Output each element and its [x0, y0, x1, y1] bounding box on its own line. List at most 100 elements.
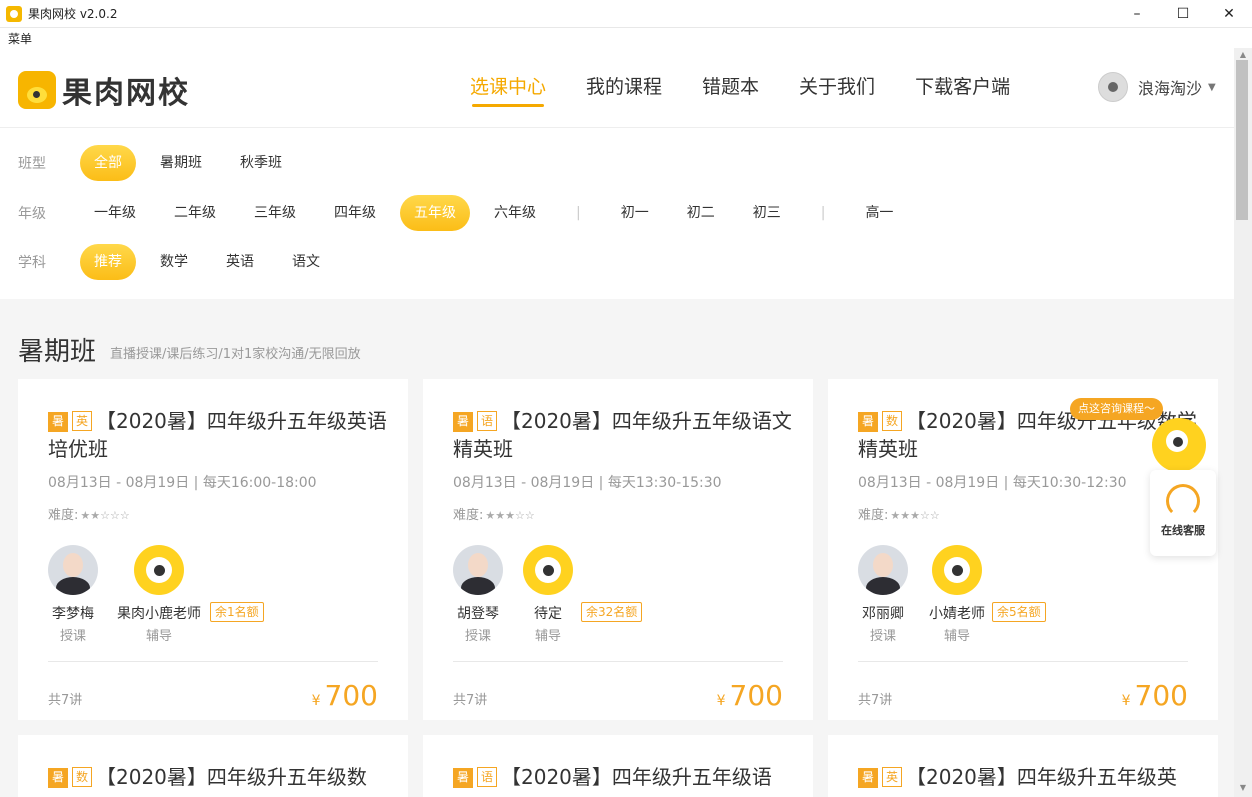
teacher[interactable]: 邓丽卿 授课 — [858, 545, 908, 644]
scroll-down-icon[interactable]: ▼ — [1236, 783, 1250, 795]
filter-chip-junior-2[interactable]: 初二 — [673, 195, 729, 231]
user-menu[interactable]: 浪海淘沙 ▼ — [1098, 72, 1216, 102]
nav-course-center[interactable]: 选课中心 — [470, 72, 546, 107]
teacher-role: 授课 — [59, 629, 86, 644]
teacher[interactable]: 胡登琴 授课 — [453, 545, 503, 644]
filter-chip-math[interactable]: 数学 — [146, 244, 202, 280]
course-list: 暑期班 直播授课/课后练习/1对1家校沟通/无限回放 暑英【2020暑】四年级升… — [0, 299, 1234, 797]
subject-tag: 英 — [72, 411, 92, 431]
section-title: 暑期班 — [18, 337, 97, 367]
filter-chip-senior-1[interactable]: 高一 — [851, 195, 907, 231]
teacher-avatar — [858, 545, 908, 595]
teacher-name: 邓丽卿 — [862, 606, 904, 622]
online-service-label: 在线客服 — [1161, 524, 1205, 537]
scrollbar-thumb[interactable] — [1236, 60, 1248, 220]
term-tag: 暑 — [858, 768, 878, 788]
difficulty-label: 难度: — [48, 508, 79, 523]
course-title-text: 【2020暑】四年级升五年级数 — [96, 765, 367, 789]
difficulty-label: 难度: — [453, 508, 484, 523]
main-nav: 选课中心 我的课程 错题本 关于我们 下载客户端 — [470, 72, 1050, 107]
logo[interactable]: 果肉网校 — [18, 68, 190, 112]
course-schedule: 08月13日 - 08月19日 | 每天16:00-18:00 — [48, 475, 317, 491]
app-icon — [6, 5, 22, 22]
maximize-button[interactable]: ☐ — [1160, 0, 1206, 28]
tutor[interactable]: 小婧老师 辅导 — [924, 545, 990, 644]
currency-symbol: ¥ — [311, 693, 321, 709]
filter-row-grade: 年级 一年级 二年级 三年级 四年级 五年级 六年级 | 初一 初二 初三 | … — [18, 195, 917, 231]
nav-mistake-book[interactable]: 错题本 — [702, 72, 759, 105]
consult-mascot-icon[interactable] — [1152, 418, 1206, 472]
tutor-avatar — [134, 545, 184, 595]
course-card[interactable]: 暑英【2020暑】四年级升五年级英语培优班 08月13日 - 08月19日 | … — [18, 379, 408, 720]
course-title-text: 【2020暑】四年级升五年级英语培优班 — [48, 409, 387, 461]
tutor-role: 辅导 — [943, 629, 970, 644]
minimize-button[interactable]: – — [1114, 0, 1160, 28]
filter-chip-grade-5[interactable]: 五年级 — [400, 195, 470, 231]
course-title: 暑语【2020暑】四年级升五年级语文精英班 — [453, 407, 793, 463]
lesson-count: 共7讲 — [48, 693, 83, 708]
filter-label: 学科 — [18, 255, 46, 271]
tutor-name: 果肉小鹿老师 — [117, 606, 201, 622]
course-title-text: 【2020暑】四年级升五年级语文精英班 — [453, 409, 792, 461]
filter-chip-english[interactable]: 英语 — [212, 244, 268, 280]
remaining-badge: 余32名额 — [581, 602, 643, 622]
filter-label: 班型 — [18, 156, 46, 172]
teacher[interactable]: 李梦梅 授课 — [48, 545, 98, 644]
currency-symbol: ¥ — [716, 693, 726, 709]
subject-tag: 语 — [477, 767, 497, 787]
filter-chip-grade-4[interactable]: 四年级 — [320, 195, 390, 231]
filter-panel: 班型 全部 暑期班 秋季班 年级 一年级 二年级 三年级 四年级 五年级 六年级… — [0, 129, 1234, 299]
course-card[interactable]: 暑数【2020暑】四年级升五年级数 — [18, 735, 408, 797]
subject-tag: 数 — [882, 411, 902, 431]
app-header: 果肉网校 选课中心 我的课程 错题本 关于我们 下载客户端 浪海淘沙 ▼ — [0, 48, 1234, 128]
teacher-role: 授课 — [464, 629, 491, 644]
course-difficulty: 难度: ★★☆☆☆ — [48, 504, 130, 523]
teacher-role: 授课 — [869, 629, 896, 644]
difficulty-label: 难度: — [858, 508, 889, 523]
filter-chip-all[interactable]: 全部 — [80, 145, 136, 181]
online-service-button[interactable]: 在线客服 — [1150, 470, 1216, 556]
course-card[interactable]: 暑语【2020暑】四年级升五年级语文精英班 08月13日 - 08月19日 | … — [423, 379, 813, 720]
tutor[interactable]: 果肉小鹿老师 辅导 — [114, 545, 204, 644]
course-difficulty: 难度: ★★★☆☆ — [453, 504, 535, 523]
tutor-avatar — [523, 545, 573, 595]
filter-chip-grade-6[interactable]: 六年级 — [480, 195, 550, 231]
filter-chip-junior-3[interactable]: 初三 — [739, 195, 795, 231]
teacher-avatar — [453, 545, 503, 595]
course-title: 暑数【2020暑】四年级升五年级数 — [48, 763, 388, 791]
nav-my-courses[interactable]: 我的课程 — [586, 72, 662, 105]
filter-chip-recommended[interactable]: 推荐 — [80, 244, 136, 280]
course-title: 暑英【2020暑】四年级升五年级英 — [858, 763, 1198, 791]
course-card[interactable]: 暑英【2020暑】四年级升五年级英 — [828, 735, 1218, 797]
term-tag: 暑 — [453, 412, 473, 432]
tutor-role: 辅导 — [534, 629, 561, 644]
filter-chip-junior-1[interactable]: 初一 — [607, 195, 663, 231]
tutor-avatar — [932, 545, 982, 595]
remaining-badge: 余5名额 — [992, 602, 1046, 622]
teacher-name: 李梦梅 — [52, 606, 94, 622]
filter-chip-grade-1[interactable]: 一年级 — [80, 195, 150, 231]
filter-chip-chinese[interactable]: 语文 — [278, 244, 334, 280]
tutor-role: 辅导 — [145, 629, 172, 644]
nav-download-client[interactable]: 下载客户端 — [915, 72, 1010, 105]
consult-bubble[interactable]: 点这咨询课程～ — [1070, 398, 1163, 420]
difficulty-stars: ★★★☆☆ — [485, 509, 535, 522]
filter-chip-grade-3[interactable]: 三年级 — [240, 195, 310, 231]
subject-tag: 语 — [477, 411, 497, 431]
nav-about-us[interactable]: 关于我们 — [799, 72, 875, 105]
subject-tag: 英 — [882, 767, 902, 787]
filter-chip-grade-2[interactable]: 二年级 — [160, 195, 230, 231]
menu-button[interactable]: 菜单 — [8, 32, 32, 46]
filter-chip-summer[interactable]: 暑期班 — [146, 145, 216, 181]
filter-row-class-type: 班型 全部 暑期班 秋季班 — [18, 145, 306, 181]
divider: | — [576, 205, 581, 221]
teacher-name: 胡登琴 — [457, 606, 499, 622]
divider — [48, 661, 378, 662]
filter-label: 年级 — [18, 206, 46, 222]
course-card[interactable]: 暑语【2020暑】四年级升五年级语 — [423, 735, 813, 797]
close-button[interactable]: ✕ — [1206, 0, 1252, 28]
tutor[interactable]: 待定 辅导 — [523, 545, 573, 644]
lesson-count: 共7讲 — [858, 693, 893, 708]
filter-chip-autumn[interactable]: 秋季班 — [226, 145, 296, 181]
price-value: 700 — [729, 679, 783, 712]
